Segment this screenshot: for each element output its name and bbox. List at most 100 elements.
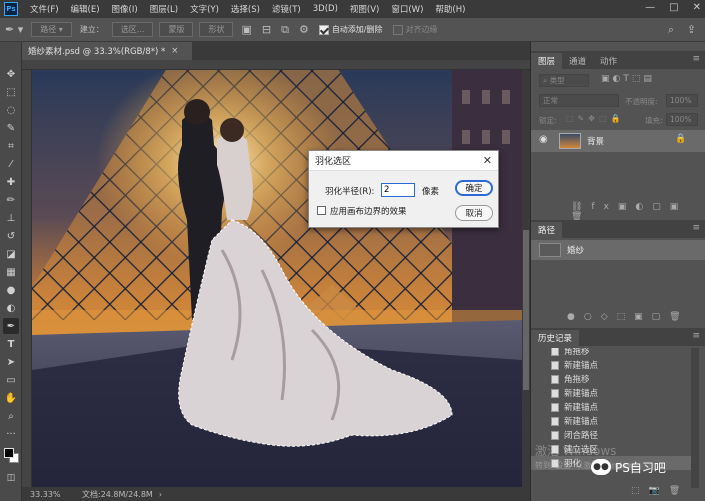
make-selection-button[interactable]: 选区... [111, 22, 154, 37]
type-tool-icon[interactable]: T [3, 336, 19, 352]
quick-select-tool-icon[interactable]: ✎ [3, 120, 19, 136]
panel-menu-icon[interactable]: ≡ [692, 54, 700, 64]
layers-bottom-icons[interactable]: ⛓fx▣◐▢▣🗑 [571, 202, 705, 222]
menu-view[interactable]: 视图(V) [344, 3, 385, 15]
foreground-color-swatch[interactable] [4, 448, 14, 458]
path-operations-icon[interactable]: ▣ [236, 23, 256, 36]
feather-radius-label: 羽化半径(R): [325, 187, 375, 197]
lock-icons[interactable]: ⬚✎✥⬚🔒 [566, 114, 624, 123]
layer-filter-icons[interactable]: ▣◐T⬚▤ [601, 74, 655, 84]
eyedropper-tool-icon[interactable]: ⁄ [3, 156, 19, 172]
tab-paths[interactable]: 路径 [531, 222, 563, 238]
path-selection-tool-icon[interactable]: ➤ [3, 354, 19, 370]
path-row[interactable]: 婚纱 [531, 240, 705, 260]
ok-button[interactable]: 确定 [455, 180, 493, 196]
layer-kind-filter[interactable]: ⌕ 类型 [539, 74, 589, 87]
quick-mask-icon[interactable]: ◫ [3, 470, 19, 486]
rectangle-tool-icon[interactable]: ▭ [3, 372, 19, 388]
document-tab[interactable]: 婚纱素材.psd @ 33.3%(RGB/8*) * × [22, 42, 192, 60]
history-step-icon [551, 360, 559, 370]
close-tab-icon[interactable]: × [171, 46, 178, 56]
opacity-field[interactable]: 100% [666, 94, 698, 107]
move-tool-icon[interactable]: ✥ [3, 66, 19, 82]
feather-radius-input[interactable] [381, 183, 415, 197]
dialog-title: 羽化选区 [309, 151, 498, 171]
maximize-button[interactable]: □ [669, 2, 678, 13]
fill-label: 填充: [645, 116, 663, 125]
history-item[interactable]: 新建锚点 [531, 414, 691, 428]
menu-image[interactable]: 图像(I) [106, 3, 144, 15]
crop-tool-icon[interactable]: ⌗ [3, 138, 19, 154]
tab-layers[interactable]: 图层 [531, 53, 563, 69]
hand-tool-icon[interactable]: ✋ [3, 390, 19, 406]
history-bottom-icons[interactable]: ⬚📷🗑 [631, 486, 689, 496]
auto-add-delete-label: 自动添加/删除 [331, 25, 383, 34]
history-item[interactable]: 角拖移 [531, 372, 691, 386]
path-mode-select[interactable]: 路径 ▾ [31, 22, 72, 37]
menu-select[interactable]: 选择(S) [225, 3, 266, 15]
lasso-tool-icon[interactable]: ◌ [3, 102, 19, 118]
align-edges-checkbox[interactable]: 对齐边缘 [388, 24, 443, 35]
menu-3d[interactable]: 3D(D) [307, 4, 344, 14]
dodge-tool-icon[interactable]: ◐ [3, 300, 19, 316]
brush-tool-icon[interactable]: ✏ [3, 192, 19, 208]
path-alignment-icon[interactable]: ⊟ [257, 23, 276, 36]
tab-channels[interactable]: 通道 [562, 53, 593, 69]
menu-file[interactable]: 文件(F) [24, 3, 65, 15]
history-item[interactable]: 新建锚点 [531, 386, 691, 400]
layer-name[interactable]: 背景 [587, 135, 604, 147]
pen-tool-icon[interactable]: ✒ [3, 318, 19, 334]
history-item[interactable]: 新建锚点 [531, 358, 691, 372]
status-menu-icon[interactable]: › [159, 490, 162, 499]
history-menu-icon[interactable]: ≡ [692, 331, 700, 341]
layer-row-background[interactable]: ◉ 背景 🔒 [531, 130, 705, 152]
path-arrangement-icon[interactable]: ⧉ [276, 23, 294, 37]
menu-filter[interactable]: 滤镜(T) [266, 3, 307, 15]
gradient-tool-icon[interactable]: ▦ [3, 264, 19, 280]
path-name[interactable]: 婚纱 [567, 244, 584, 256]
blend-mode-select[interactable]: 正常 [539, 94, 619, 107]
share-icon[interactable]: ⇪ [682, 23, 701, 36]
minimize-button[interactable]: — [645, 2, 655, 13]
right-panel-dock: 图层 通道 动作 ≡ ⌕ 类型 ▣◐T⬚▤ 正常 不透明度: 100% 锁定: … [530, 42, 705, 501]
fill-field[interactable]: 100% [666, 113, 698, 126]
zoom-level[interactable]: 33.33% [22, 490, 62, 499]
pen-tool-preset-icon[interactable]: ✒ ▾ [0, 23, 28, 36]
eraser-tool-icon[interactable]: ◪ [3, 246, 19, 262]
eye-icon[interactable]: ◉ [539, 134, 548, 145]
marquee-tool-icon[interactable]: ⬚ [3, 84, 19, 100]
history-item[interactable]: 角拖移 [531, 348, 691, 358]
more-tools-icon[interactable]: ··· [3, 426, 19, 442]
paths-bottom-icons[interactable]: ●○◇⬚▣▢🗑 [567, 312, 690, 322]
apply-canvas-bounds-label[interactable]: 应用画布边界的效果 [330, 205, 407, 217]
menu-type[interactable]: 文字(Y) [184, 3, 225, 15]
settings-gear-icon[interactable]: ⚙ [294, 23, 314, 36]
apply-canvas-bounds-checkbox[interactable] [317, 206, 326, 215]
vertical-ruler [22, 70, 32, 487]
search-icon[interactable]: ⌕ [663, 23, 679, 37]
history-item[interactable]: 闭合路径 [531, 428, 691, 442]
scrollbar-thumb[interactable] [523, 230, 529, 390]
history-brush-tool-icon[interactable]: ↺ [3, 228, 19, 244]
menu-edit[interactable]: 编辑(E) [65, 3, 106, 15]
menu-window[interactable]: 窗口(W) [385, 3, 429, 15]
menu-help[interactable]: 帮助(H) [429, 3, 471, 15]
make-mask-button[interactable]: 蒙版 [159, 22, 194, 37]
blur-tool-icon[interactable]: ● [3, 282, 19, 298]
close-window-button[interactable]: ✕ [693, 2, 701, 13]
close-icon[interactable]: ✕ [483, 154, 492, 167]
document-canvas[interactable] [32, 70, 522, 487]
menu-layer[interactable]: 图层(L) [144, 3, 184, 15]
make-shape-button[interactable]: 形状 [199, 22, 234, 37]
tab-history[interactable]: 历史记录 [531, 330, 580, 346]
clone-stamp-tool-icon[interactable]: ⊥ [3, 210, 19, 226]
paths-menu-icon[interactable]: ≡ [692, 223, 700, 233]
auto-add-delete-checkbox[interactable]: 自动添加/删除 [314, 24, 388, 35]
blend-mode-label: 正常 [543, 96, 558, 105]
tab-actions[interactable]: 动作 [593, 53, 624, 69]
cancel-button[interactable]: 取消 [455, 205, 493, 221]
zoom-tool-icon[interactable]: ⌕ [3, 408, 19, 424]
history-item[interactable]: 新建锚点 [531, 400, 691, 414]
vertical-scrollbar[interactable] [522, 70, 530, 487]
healing-brush-tool-icon[interactable]: ✚ [3, 174, 19, 190]
